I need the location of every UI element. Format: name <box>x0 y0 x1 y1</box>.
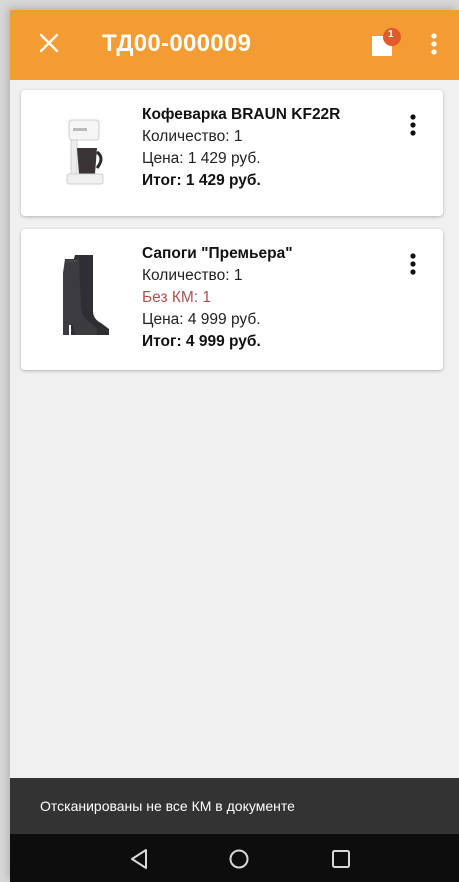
item-price: Цена: 1 429 руб. <box>142 150 261 167</box>
item-quantity: Количество: 1 <box>142 267 243 284</box>
item-warning: Без КМ: 1 <box>142 289 212 306</box>
items-list: Кофеварка BRAUN KF22R Количество: 1 Цена… <box>10 80 459 778</box>
back-icon[interactable] <box>124 844 154 874</box>
item-total: Итог: 1 429 руб. <box>142 172 261 189</box>
item-name: Сапоги "Премьера" <box>142 245 293 262</box>
item-name: Кофеварка BRAUN KF22R <box>142 106 341 123</box>
item-price: Цена: 4 999 руб. <box>142 311 261 328</box>
document-badge-icon[interactable]: 1 <box>368 26 404 60</box>
close-icon[interactable] <box>36 28 62 58</box>
list-item[interactable]: Сапоги "Премьера" Количество: 1 Без КМ: … <box>21 229 443 370</box>
boot-icon <box>47 249 119 341</box>
item-total: Итог: 4 999 руб. <box>142 333 261 350</box>
coffee-maker-icon <box>47 114 119 194</box>
badge-count: 1 <box>388 29 394 40</box>
item-menu-icon[interactable] <box>405 112 421 142</box>
page-title: ТД00-000009 <box>102 30 252 57</box>
app-screen: ТД00-000009 1 Кофеварка BRAUN KF22R Коли… <box>10 10 459 882</box>
list-item[interactable]: Кофеварка BRAUN KF22R Количество: 1 Цена… <box>21 90 443 216</box>
home-icon[interactable] <box>224 844 254 874</box>
system-nav-bar <box>10 834 459 882</box>
snackbar-message: Отсканированы не все КМ в документе <box>40 798 295 814</box>
item-info: Сапоги "Премьера" Количество: 1 Без КМ: … <box>142 243 293 353</box>
more-vertical-icon[interactable] <box>422 28 446 60</box>
app-bar: ТД00-000009 1 <box>10 10 459 80</box>
item-info: Кофеварка BRAUN KF22R Количество: 1 Цена… <box>142 104 340 192</box>
item-menu-icon[interactable] <box>405 251 421 281</box>
recents-icon[interactable] <box>326 844 356 874</box>
snackbar: Отсканированы не все КМ в документе <box>10 778 459 834</box>
item-quantity: Количество: 1 <box>142 128 243 145</box>
